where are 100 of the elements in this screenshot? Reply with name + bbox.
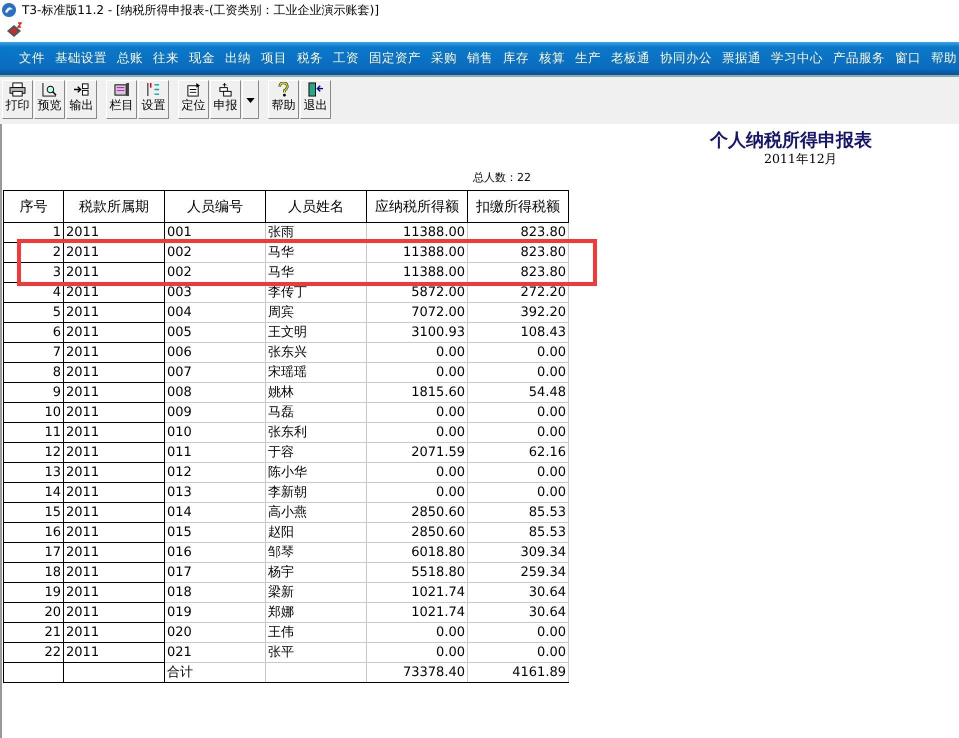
- table-cell: 6: [4, 322, 64, 342]
- table-cell: 1021.74: [366, 582, 468, 602]
- menu-item[interactable]: 文件: [14, 50, 50, 67]
- table-cell: 0.00: [468, 402, 568, 422]
- menu-item[interactable]: 窗口: [890, 50, 926, 67]
- table-cell: 85.53: [468, 522, 568, 542]
- table-cell: 22: [4, 642, 64, 662]
- table-cell: 王文明: [266, 322, 366, 342]
- table-cell: 5: [4, 302, 64, 322]
- columns-icon: [113, 82, 130, 97]
- table-cell: 392.20: [468, 302, 568, 322]
- menu-item[interactable]: 帮助: [926, 50, 959, 67]
- table-cell: 7072.00: [366, 302, 468, 322]
- table-cell: 0.00: [366, 482, 468, 502]
- toolbar-button[interactable]: 预览: [34, 80, 65, 119]
- table-cell: 54.48: [468, 382, 568, 402]
- menu-item[interactable]: 固定资产: [364, 50, 426, 67]
- menu-item[interactable]: 出纳: [220, 50, 256, 67]
- toolbar-button[interactable]: 输出: [66, 80, 97, 119]
- table-cell: 0.00: [366, 342, 468, 362]
- dropdown-button[interactable]: [242, 80, 259, 119]
- table-cell: 2011: [64, 322, 164, 342]
- table-cell: 2011: [64, 342, 164, 362]
- menu-item[interactable]: 产品服务: [828, 50, 890, 67]
- table-cell: 马磊: [266, 402, 366, 422]
- menu-item[interactable]: 核算: [534, 50, 570, 67]
- menu-item[interactable]: 基础设置: [50, 50, 112, 67]
- table-cell: 周宾: [266, 302, 366, 322]
- report-title: 个人纳税所得申报表: [710, 129, 872, 152]
- toolbar-button[interactable]: 定位: [178, 80, 209, 119]
- table-cell: 0.00: [468, 422, 568, 442]
- table-cell: 2071.59: [366, 442, 468, 462]
- table-cell: 30.64: [468, 602, 568, 622]
- menu-item[interactable]: 采购: [426, 50, 462, 67]
- menu-item[interactable]: 学习中心: [766, 50, 828, 67]
- table-cell: 2011: [64, 642, 164, 662]
- table-cell: 2011: [64, 362, 164, 382]
- menu-item[interactable]: 老板通: [606, 50, 655, 67]
- table-cell: 011: [164, 442, 266, 462]
- menu-item[interactable]: 销售: [462, 50, 498, 67]
- table-cell: 108.43: [468, 322, 568, 342]
- table-cell: 2011: [64, 402, 164, 422]
- table-cell: 007: [164, 362, 266, 382]
- table-cell: 0.00: [468, 482, 568, 502]
- table-cell: 2850.60: [366, 502, 468, 522]
- table-cell: 2011: [64, 482, 164, 502]
- table-cell: 1815.60: [366, 382, 468, 402]
- toolbar-button[interactable]: 打印: [2, 80, 33, 119]
- table-cell: 2011: [64, 562, 164, 582]
- menu-item[interactable]: 库存: [498, 50, 534, 67]
- toolbar-button[interactable]: 帮助: [268, 80, 299, 119]
- toolbar-button[interactable]: 退出: [300, 80, 331, 119]
- column-header: 人员编号: [164, 190, 266, 222]
- table-cell: 004: [164, 302, 266, 322]
- table-cell: 3100.93: [366, 322, 468, 342]
- table-cell: 12: [4, 442, 64, 462]
- table-cell: 于容: [266, 442, 366, 462]
- table-cell: 13: [4, 462, 64, 482]
- table-cell: 杨宇: [266, 562, 366, 582]
- table-cell: 2: [4, 242, 64, 262]
- table-cell: 张平: [266, 642, 366, 662]
- table-cell: 高小燕: [266, 502, 366, 522]
- table-cell: 陈小华: [266, 462, 366, 482]
- table-cell: 8: [4, 362, 64, 382]
- table-cell: 0.00: [366, 362, 468, 382]
- locate-icon: [185, 82, 202, 97]
- table-cell: 823.80: [468, 242, 568, 262]
- table-cell: 姚林: [266, 382, 366, 402]
- menu-item[interactable]: 现金: [184, 50, 220, 67]
- menu-item[interactable]: 总账: [112, 50, 148, 67]
- menu-item[interactable]: 项目: [256, 50, 292, 67]
- table-cell: 2850.60: [366, 522, 468, 542]
- table-cell: 11: [4, 422, 64, 442]
- toolbar-button[interactable]: 设置: [138, 80, 169, 119]
- table-cell: 宋瑶瑶: [266, 362, 366, 382]
- table-cell: 0.00: [468, 622, 568, 642]
- table-cell: 002: [164, 262, 266, 282]
- table-cell: 0.00: [366, 402, 468, 422]
- menu-item[interactable]: 工资: [328, 50, 364, 67]
- table-cell: 18: [4, 562, 64, 582]
- table-cell: 008: [164, 382, 266, 402]
- table-cell: 009: [164, 402, 266, 422]
- table-cell: 21: [4, 622, 64, 642]
- table-cell: 2011: [64, 242, 164, 262]
- menu-item[interactable]: 票据通: [717, 50, 766, 67]
- menu-item[interactable]: 生产: [570, 50, 606, 67]
- column-header: 应纳税所得额: [366, 190, 468, 222]
- column-header: 序号: [4, 190, 64, 222]
- menu-item[interactable]: 税务: [292, 50, 328, 67]
- toolbar-button[interactable]: 申报: [210, 80, 241, 119]
- table-cell: 62.16: [468, 442, 568, 462]
- table-cell: 11388.00: [366, 242, 468, 262]
- table-cell: 2011: [64, 302, 164, 322]
- table-cell: 张东利: [266, 422, 366, 442]
- menu-item[interactable]: 往来: [148, 50, 184, 67]
- toolbar-button[interactable]: 栏目: [106, 80, 137, 119]
- table-cell: 5518.80: [366, 562, 468, 582]
- table-cell: 15: [4, 502, 64, 522]
- menu-item[interactable]: 协同办公: [655, 50, 717, 67]
- report-period: 2011年12月: [764, 151, 838, 168]
